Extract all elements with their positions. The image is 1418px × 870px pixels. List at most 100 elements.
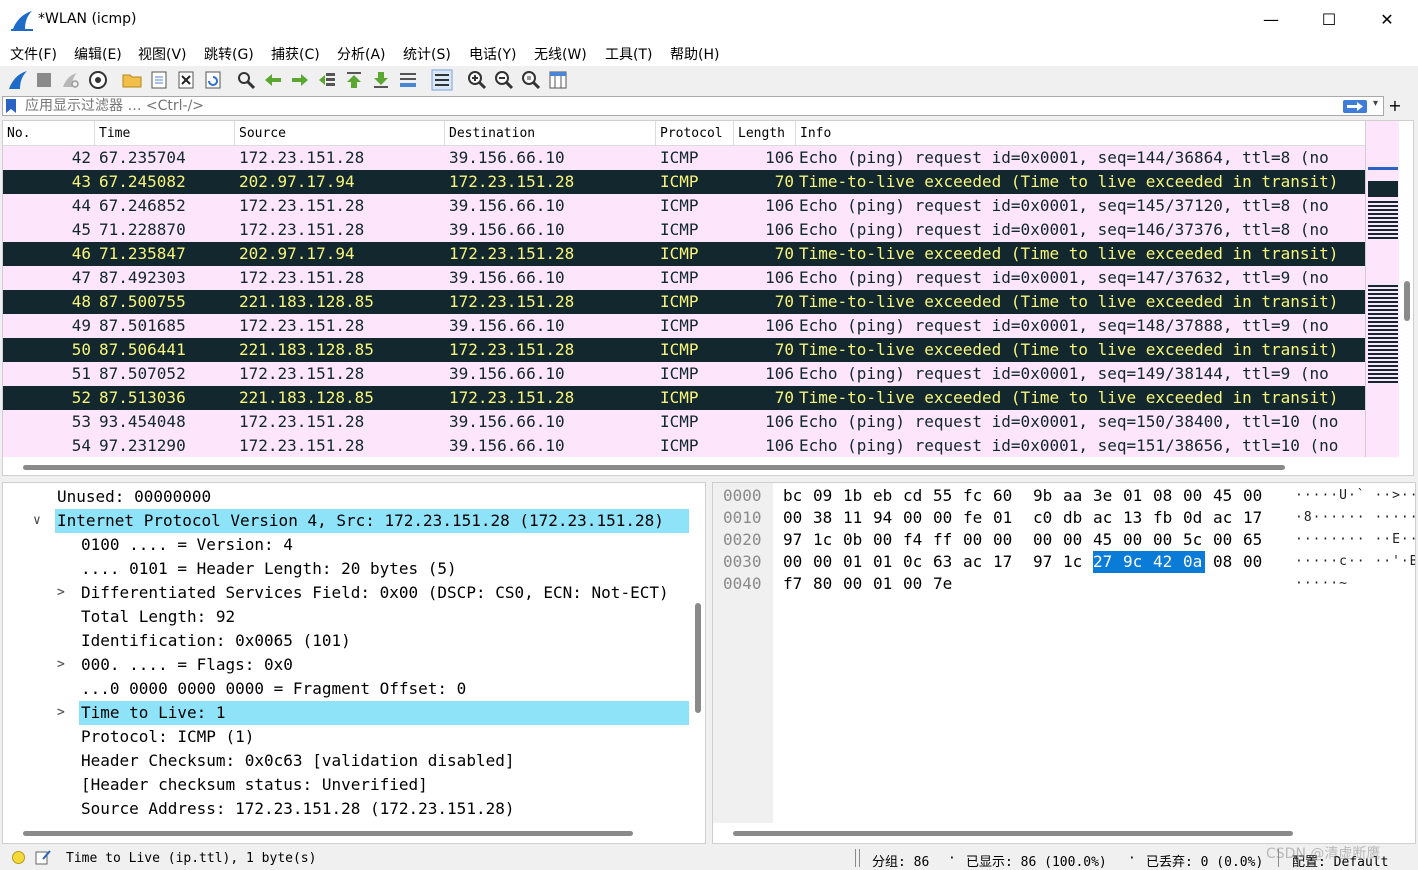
hex-byte[interactable]: 00 [903,507,925,529]
hex-byte[interactable]: 00 [1153,529,1175,551]
save-file-icon[interactable] [148,69,170,91]
detail-row[interactable]: Total Length: 92 [3,605,693,629]
display-filter-input[interactable] [25,97,1335,115]
hex-byte[interactable]: 00 [1183,485,1205,507]
menu-wireless[interactable]: 无线(W) [534,44,587,64]
ascii-dump[interactable]: ·8······ ········ [1295,507,1415,529]
hex-byte[interactable]: 01 [993,507,1015,529]
packet-list[interactable]: No. Time Source Destination Protocol Len… [2,120,1414,476]
add-filter-button-icon[interactable]: + [1388,96,1402,115]
hex-byte[interactable]: cd [903,485,925,507]
scroll-thumb[interactable] [23,831,633,836]
hex-byte[interactable]: 00 [1123,529,1145,551]
hex-byte[interactable]: 00 [783,551,805,573]
packet-list-horizontal-scrollbar[interactable] [3,457,1365,475]
ascii-dump[interactable]: ·····U·` ··>·····E· [1295,485,1415,507]
hex-byte[interactable]: ff [933,529,955,551]
close-button[interactable]: ✕ [1358,0,1416,40]
hex-byte[interactable]: db [1063,507,1085,529]
details-vertical-scrollbar[interactable] [691,483,705,823]
menu-view[interactable]: 视图(V) [138,44,187,64]
hex-byte[interactable]: 00 [813,551,835,573]
hex-byte[interactable]: 13 [1123,507,1145,529]
packet-row[interactable]: 49 87.501685 172.23.151.28 39.156.66.10 ICMP… [3,314,1365,338]
packet-row[interactable]: 43 67.245082 202.97.17.94 172.23.151.28 ICMP… [3,170,1365,194]
hex-byte[interactable]: ac [1213,507,1235,529]
hex-byte[interactable]: 0c [903,551,925,573]
hex-byte[interactable]: 55 [933,485,955,507]
menu-go[interactable]: 跳转(G) [204,44,254,64]
packet-row[interactable]: 45 71.228870 172.23.151.28 39.156.66.10 ICMP… [3,218,1365,242]
hex-byte[interactable]: 9b [1033,485,1055,507]
detail-row[interactable]: ∨ Internet Protocol Version 4, Src: 172.2… [3,509,693,533]
hex-byte[interactable]: 0b [843,529,865,551]
hex-byte[interactable]: 01 [1123,485,1145,507]
collapsed-chevron-icon[interactable]: > [57,701,65,725]
menu-edit[interactable]: 编辑(E) [74,44,122,64]
hex-byte[interactable]: 00 [933,507,955,529]
packet-row[interactable]: 47 87.492303 172.23.151.28 39.156.66.10 ICMP… [3,266,1365,290]
maximize-button[interactable]: ☐ [1300,0,1358,40]
packet-row[interactable]: 46 71.235847 202.97.17.94 172.23.151.28 ICMP… [3,242,1365,266]
scroll-thumb[interactable] [23,465,1285,470]
capture-comment-icon[interactable] [35,849,51,865]
hex-byte[interactable]: f7 [783,573,805,595]
packet-row[interactable]: 52 87.513036 221.183.128.85 172.23.151.28 IC… [3,386,1365,410]
packet-row[interactable]: 44 67.246852 172.23.151.28 39.156.66.10 ICMP… [3,194,1365,218]
menu-analyze[interactable]: 分析(A) [337,44,386,64]
hex-byte[interactable]: 09 [813,485,835,507]
hex-byte[interactable]: 0a [1183,551,1205,573]
ascii-dump[interactable]: ·····c·· ··'·B··· [1295,551,1415,573]
hex-byte[interactable]: 00 [1243,485,1265,507]
hex-byte[interactable]: 00 [1033,529,1055,551]
menu-tools[interactable]: 工具(T) [605,44,652,64]
hex-byte[interactable]: 38 [813,507,835,529]
hex-byte[interactable]: 00 [903,573,925,595]
detail-row[interactable]: > Differentiated Services Field: 0x00 (DS… [3,581,693,605]
column-protocol[interactable]: Protocol [656,121,734,146]
details-horizontal-scrollbar[interactable] [3,823,693,841]
menu-telephony[interactable]: 电话(Y) [469,44,516,64]
expanded-chevron-icon[interactable]: ∨ [33,509,41,533]
hex-byte[interactable]: 94 [873,507,895,529]
menu-statistics[interactable]: 统计(S) [403,44,451,64]
hex-byte[interactable]: aa [1063,485,1085,507]
hex-byte[interactable]: 00 [873,529,895,551]
hex-byte[interactable]: 00 [783,507,805,529]
detail-row[interactable]: ...0 0000 0000 0000 = Fragment Offset: 0 [3,677,693,701]
hex-byte[interactable]: 00 [963,529,985,551]
restart-capture-icon[interactable] [59,69,81,91]
hex-byte[interactable]: 60 [993,485,1015,507]
expert-info-icon[interactable] [12,851,25,864]
hex-byte[interactable]: 00 [1063,529,1085,551]
go-to-packet-icon[interactable] [316,69,338,91]
scroll-thumb[interactable] [1404,281,1410,321]
stop-capture-icon[interactable] [33,69,55,91]
packet-row[interactable]: 48 87.500755 221.183.128.85 172.23.151.28 IC… [3,290,1365,314]
detail-row[interactable]: Unused: 00000000 [3,485,693,509]
hex-byte[interactable]: 08 [1153,485,1175,507]
hex-byte[interactable]: fb [1153,507,1175,529]
hex-byte[interactable]: 01 [843,551,865,573]
hex-byte[interactable]: c0 [1033,507,1055,529]
hex-byte[interactable]: 65 [1243,529,1265,551]
packet-bytes-pane[interactable]: 0000 bc 09 1b eb cd 55 fc 60 9b aa 3e 01 08 00 45 00 ····… [712,482,1416,844]
hex-byte[interactable]: 45 [1093,529,1115,551]
hex-byte[interactable]: 5c [1183,529,1205,551]
hex-byte[interactable]: 1c [813,529,835,551]
column-length[interactable]: Length [734,121,796,146]
auto-scroll-icon[interactable] [397,69,419,91]
packet-minimap[interactable] [1365,121,1399,457]
hex-byte[interactable]: 00 [843,573,865,595]
packet-details-pane[interactable]: Unused: 00000000 ∨ Internet Protocol Versi… [2,482,706,844]
packet-list-vertical-scrollbar[interactable] [1401,121,1413,457]
reload-file-icon[interactable] [202,69,224,91]
column-time[interactable]: Time [95,121,235,146]
hex-byte[interactable]: 17 [993,551,1015,573]
detail-row[interactable]: Source Address: 172.23.151.28 (172.23.15… [3,797,693,821]
packet-row[interactable]: 50 87.506441 221.183.128.85 172.23.151.28 IC… [3,338,1365,362]
first-packet-icon[interactable] [343,69,365,91]
hex-byte[interactable]: 01 [873,551,895,573]
scroll-thumb[interactable] [733,831,1293,836]
scroll-thumb[interactable] [695,603,701,713]
